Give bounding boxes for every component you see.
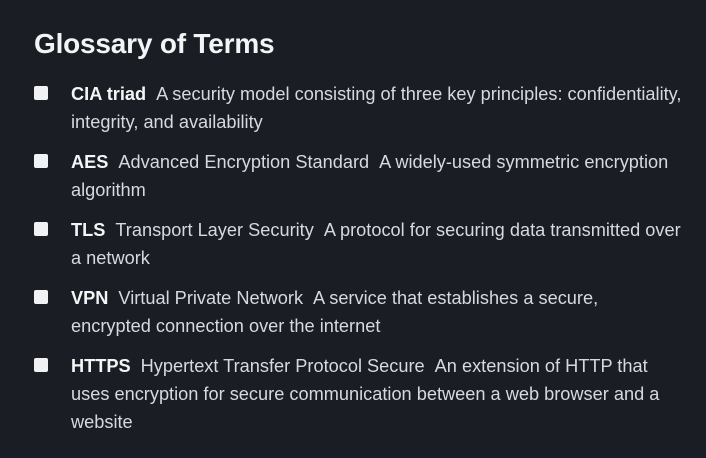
glossary-list: CIA triad A security model consisting of … — [34, 80, 682, 436]
glossary-entry: VPN Virtual Private Network A service that… — [71, 284, 682, 340]
glossary-item-vpn: VPN Virtual Private Network A service that… — [34, 284, 682, 340]
square-bullet-icon — [34, 154, 48, 168]
glossary-term: CIA triad — [71, 84, 147, 104]
glossary-expansion: Advanced Encryption Standard — [118, 152, 370, 172]
glossary-term: AES — [71, 152, 109, 172]
glossary-entry: CIA triad A security model consisting of … — [71, 80, 682, 136]
glossary-expansion: Hypertext Transfer Protocol Secure — [140, 356, 425, 376]
glossary-entry: AES Advanced Encryption Standard A widely-… — [71, 148, 682, 204]
square-bullet-icon — [34, 358, 48, 372]
square-bullet-icon — [34, 86, 48, 100]
glossary-item-cia-triad: CIA triad A security model consisting of … — [34, 80, 682, 136]
glossary-term: HTTPS — [71, 356, 131, 376]
glossary-term: VPN — [71, 288, 109, 308]
glossary-item-https: HTTPS Hypertext Transfer Protocol Secure A… — [34, 352, 682, 436]
square-bullet-icon — [34, 290, 48, 304]
glossary-entry: TLS Transport Layer Security A protocol fo… — [71, 216, 682, 272]
page-title: Glossary of Terms — [34, 28, 275, 59]
glossary-term: TLS — [71, 220, 106, 240]
glossary-description: A security model consisting of three key… — [71, 84, 682, 132]
glossary-entry: HTTPS Hypertext Transfer Protocol Secure A… — [71, 352, 682, 436]
glossary-expansion: Transport Layer Security — [115, 220, 314, 240]
square-bullet-icon — [34, 222, 48, 236]
glossary-item-tls: TLS Transport Layer Security A protocol fo… — [34, 216, 682, 272]
glossary-expansion: Virtual Private Network — [118, 288, 304, 308]
glossary-panel: Glossary of Terms CIA triad A security mo… — [0, 0, 706, 458]
glossary-item-aes: AES Advanced Encryption Standard A widely-… — [34, 148, 682, 204]
